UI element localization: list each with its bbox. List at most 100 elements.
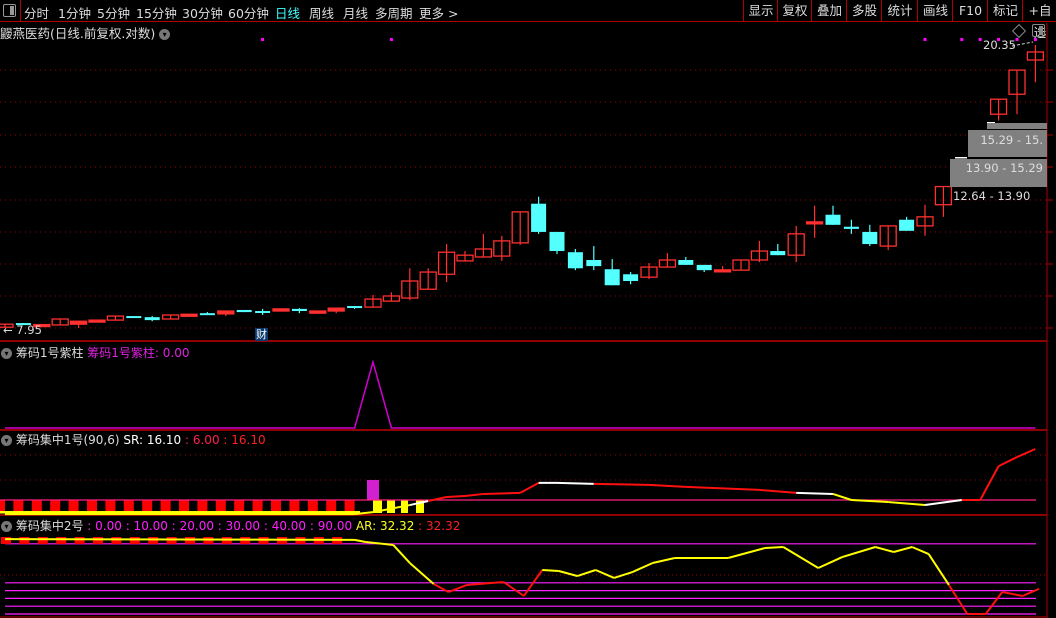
candle-down <box>236 309 252 313</box>
ar-line-segment <box>595 569 615 579</box>
sr-line-segment <box>998 456 1018 468</box>
threshold-value: : 6.00 <box>185 433 220 447</box>
candle-up <box>272 308 290 312</box>
level-value: : 90.00 <box>309 519 353 533</box>
finance-badge[interactable]: 财 <box>255 328 268 341</box>
indicator-name: 筹码集中1号(90,6) <box>15 433 120 447</box>
level-value: : 10.00 <box>125 519 168 533</box>
signal-marker <box>1033 38 1037 41</box>
candle-down <box>678 259 694 265</box>
candle-down <box>255 311 271 314</box>
ar-line-segment <box>948 584 969 615</box>
candle-down <box>126 316 142 319</box>
chip-block <box>387 500 395 513</box>
candle-down <box>586 259 602 267</box>
level-value: : 0.00 <box>87 519 122 533</box>
ar-line-segment <box>764 545 784 550</box>
candle-down <box>291 308 307 312</box>
sr-line-segment <box>796 491 834 495</box>
chevron-down-icon[interactable]: ▾ <box>1 521 12 532</box>
candle-down <box>347 306 363 309</box>
chip-base-line <box>0 511 360 514</box>
candle-down <box>843 226 859 229</box>
signal-marker <box>261 38 265 41</box>
sr-line-segment <box>446 494 466 498</box>
level-value: : 30.00 <box>217 519 261 533</box>
signal-marker <box>389 38 393 41</box>
sr-line-segment <box>1016 448 1036 458</box>
chip-block <box>37 537 48 544</box>
chevron-down-icon[interactable]: ▾ <box>1 348 12 359</box>
chip-range-box <box>987 123 1047 129</box>
candle-down <box>862 231 878 245</box>
candle-down <box>567 252 583 269</box>
signal-marker <box>923 38 927 41</box>
sr-line-segment <box>888 501 926 507</box>
candle-down <box>770 251 786 256</box>
indicator-value: 筹码1号紫柱: 0.00 <box>87 346 190 360</box>
indicator-name: 筹码集中2号 <box>15 519 84 533</box>
candle-up <box>309 310 327 314</box>
purple-column-line <box>5 359 1036 429</box>
ar-line-segment <box>632 562 654 573</box>
sr-line-segment <box>685 485 760 491</box>
ar-line-segment <box>984 591 1004 615</box>
sr-line-segment <box>556 481 594 485</box>
sr-line-segment <box>464 492 484 497</box>
chip-block <box>1 537 11 544</box>
panel3-title: ▾ 筹码集中2号 : 0.00 : 10.00 : 20.00 : 30.00 … <box>1 517 460 534</box>
ar-line-segment <box>409 562 435 585</box>
indicator-name: 筹码1号紫柱 <box>15 346 84 360</box>
sr-line-segment <box>832 492 852 501</box>
ar-line-segment <box>782 546 819 569</box>
ar-line-segment <box>1002 591 1023 597</box>
chip-range-box: 15.29 - 15. <box>968 130 1047 157</box>
candle-down <box>199 313 215 316</box>
candle-up <box>88 319 106 323</box>
ar-line-segment <box>652 557 675 564</box>
panel2-title: ▾ 筹码集中1号(90,6) SR: 16.10 : 6.00 : 16.10 <box>1 431 266 448</box>
sr-line-segment <box>979 465 1000 501</box>
sr-line-segment <box>519 481 540 494</box>
level-value: : 20.00 <box>171 519 214 533</box>
ar-value: AR: 32.32 <box>355 519 415 533</box>
purple-column <box>367 480 379 500</box>
sr-line-segment <box>759 488 797 494</box>
candle-up <box>180 313 198 317</box>
ar-line-segment <box>841 546 876 559</box>
ar-line-segment <box>392 544 411 564</box>
ar-line-segment <box>4 538 355 541</box>
candle-up <box>805 221 824 225</box>
candle-up <box>217 310 235 315</box>
ar-line-segment <box>875 546 894 553</box>
ar-line-segment <box>927 553 950 586</box>
candle-up <box>327 307 345 312</box>
sr-line-segment <box>648 483 686 488</box>
ar-line-segment <box>911 546 930 555</box>
candle-down <box>604 269 620 286</box>
chip-block <box>93 537 103 544</box>
ar-line-value: : 32.32 <box>418 519 461 533</box>
chevron-down-icon[interactable]: ▾ <box>1 435 12 446</box>
ar-line-segment <box>817 556 843 569</box>
sr-line-segment <box>483 491 521 495</box>
ar-line-segment <box>542 569 559 573</box>
chip-block <box>19 537 30 544</box>
ar-line-segment <box>503 581 525 597</box>
candle-up <box>69 320 88 325</box>
sr-line-segment <box>593 482 650 486</box>
ar-line-segment <box>893 546 913 553</box>
high-price-label: 20.35 <box>983 38 1016 52</box>
candle-down <box>549 231 565 252</box>
sr-value: SR: 16.10 <box>123 433 182 447</box>
chip-range-label: 12.64 - 13.90 <box>953 189 1031 203</box>
chip-block <box>74 537 85 544</box>
candle-up <box>713 269 732 273</box>
candle-down <box>623 274 639 282</box>
level-value: : 40.00 <box>263 519 307 533</box>
ar-line-segment <box>354 538 366 543</box>
sr-line-value: : 16.10 <box>223 433 266 447</box>
panel-toggle-icon[interactable] <box>1032 24 1045 37</box>
signal-marker <box>978 38 982 41</box>
chip-block <box>166 537 177 544</box>
